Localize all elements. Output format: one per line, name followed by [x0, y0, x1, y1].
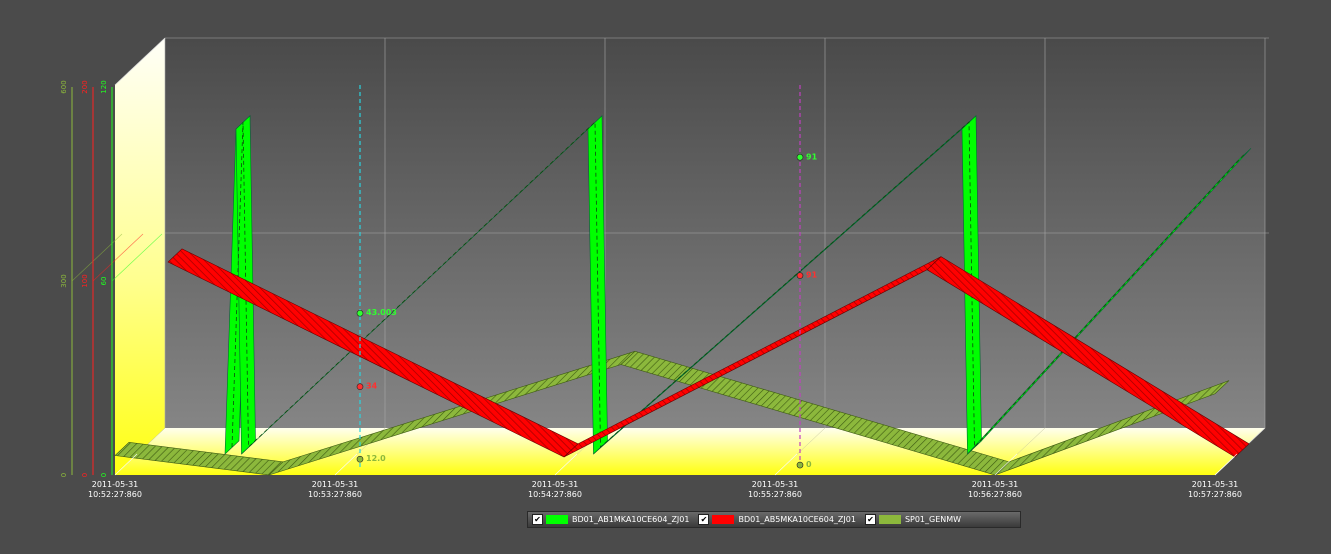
y-tick-label: 0 — [81, 473, 89, 477]
side-wall — [115, 38, 165, 475]
legend-checkbox[interactable]: ✔ — [532, 514, 543, 525]
y-tick-label: 600 — [60, 80, 68, 93]
cursor-readout: 0 — [806, 460, 812, 469]
x-tick-label-date: 2011-05-31 — [972, 480, 1019, 489]
cursor-readout: 43.003 — [366, 308, 397, 317]
cursor-readout: 34 — [366, 382, 378, 391]
cursor-point — [796, 272, 804, 279]
x-tick-label-date: 2011-05-31 — [532, 480, 579, 489]
legend-swatch — [712, 515, 735, 524]
x-tick-label-time: 10:54:27:860 — [528, 490, 582, 499]
x-tick-label-time: 10:52:27:860 — [88, 490, 142, 499]
legend-item-series-2[interactable]: ✔ BD01_AB5MKA10CE604_ZJ01 — [694, 514, 856, 525]
legend-item-series-3[interactable]: ✔ SP01_GENMW — [861, 514, 961, 525]
y-tick-label: 60 — [100, 277, 108, 286]
legend-swatch — [878, 515, 901, 524]
y-tick-label: 300 — [60, 274, 68, 287]
legend-checkbox[interactable]: ✔ — [698, 514, 710, 525]
y-tick-label: 0 — [100, 473, 108, 477]
cursor-readout: 91 — [806, 152, 818, 161]
x-tick-label-date: 2011-05-31 — [92, 480, 139, 489]
cursor-point — [356, 309, 364, 317]
legend-item-series-1[interactable]: ✔ BD01_AB1MKA10CE604_ZJ01 — [528, 514, 689, 525]
cursor-point — [356, 383, 364, 391]
cursor-point — [356, 455, 364, 463]
trend-chart-3d: 60030002001000120600 3443.00312.091910 2… — [60, 37, 1269, 499]
cursor-readout: 12.0 — [366, 454, 386, 463]
legend-checkbox[interactable]: ✔ — [864, 514, 876, 525]
legend-label: BD01_AB1MKA10CE604_ZJ01 — [572, 515, 690, 524]
x-tick-label-time: 10:57:27:860 — [1188, 490, 1242, 499]
cursor-point — [796, 461, 804, 469]
legend-label: BD01_AB5MKA10CE604_ZJ01 — [738, 515, 856, 524]
legend-swatch — [546, 515, 568, 524]
chart-stage: 600 300 0 200 100 0 120 60 0 34 43.003 12.0 91 91 0 2… — [0, 0, 1331, 550]
y-tick-label: 120 — [100, 80, 108, 93]
legend-label: SP01_GENMW — [904, 515, 962, 524]
chart-walls — [115, 38, 1265, 475]
y-tick-label: 200 — [81, 80, 89, 93]
y-axis-depth-line — [71, 233, 123, 282]
cursor-point — [796, 153, 804, 161]
x-tick-label-time: 10:53:27:860 — [308, 490, 362, 499]
x-tick-label-date: 2011-05-31 — [752, 480, 799, 489]
cursor-readout: 91 — [806, 271, 818, 280]
chart-legend: ✔ BD01_AB1MKA10CE604_ZJ01 ✔ BD01_AB5MKA1… — [527, 511, 1021, 528]
x-tick-label-time: 10:56:27:860 — [968, 490, 1022, 499]
y-tick-label: 0 — [60, 473, 68, 477]
y-tick-label: 100 — [81, 274, 89, 287]
x-tick-label-time: 10:55:27:860 — [748, 490, 802, 499]
x-tick-label-date: 2011-05-31 — [312, 480, 359, 489]
x-tick-label-date: 2011-05-31 — [1192, 480, 1239, 489]
